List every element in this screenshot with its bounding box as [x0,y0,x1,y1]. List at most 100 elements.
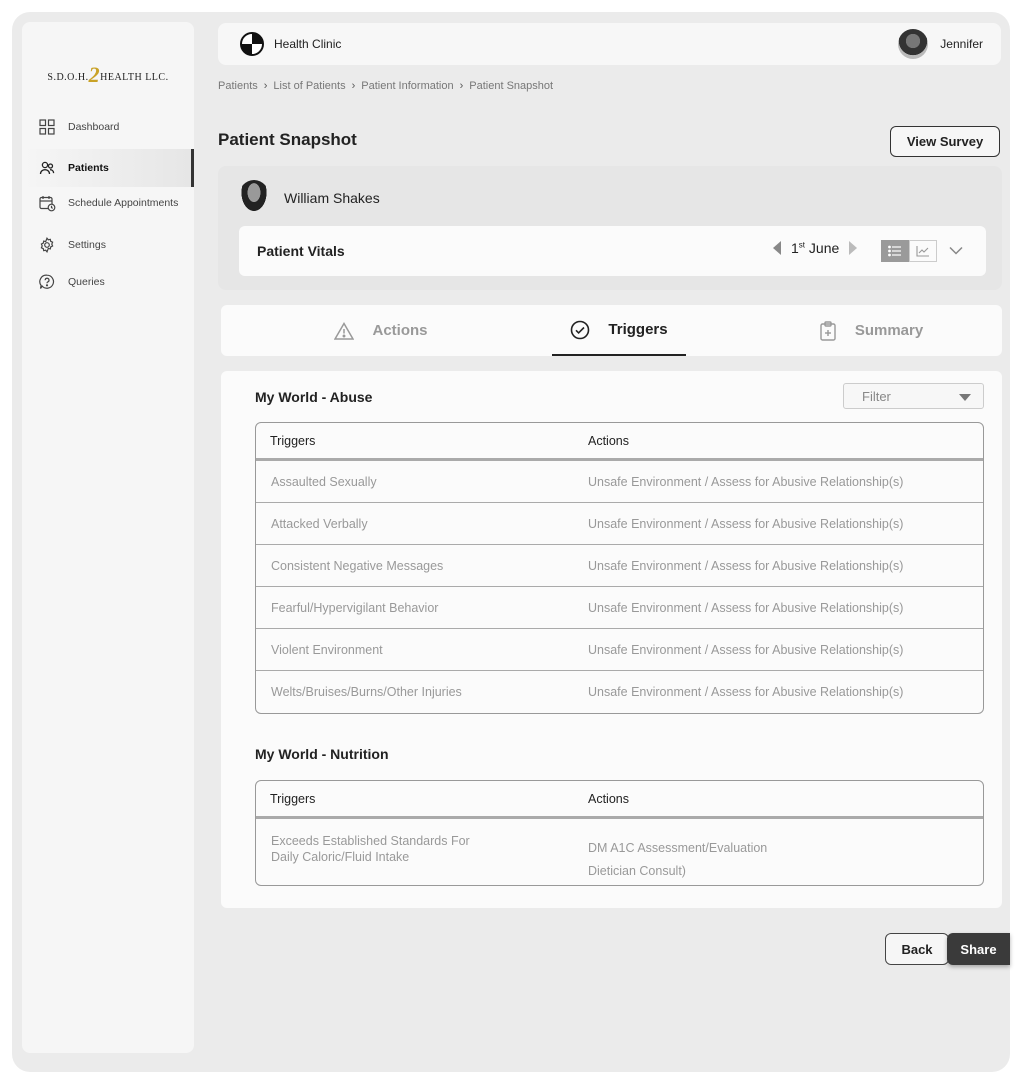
filter-dropdown[interactable]: Filter [843,383,984,409]
sidebar-item-patients[interactable]: Patients [22,149,194,187]
users-icon [38,159,56,177]
chevron-down-icon[interactable] [949,242,963,260]
date-suffix: st [798,240,806,250]
date-navigator: 1st June [773,240,858,256]
table-header: Triggers Actions [256,423,983,461]
patient-info: William Shakes [238,180,380,216]
triggers-panel: My World - Abuse Filter Triggers Actions… [221,371,1002,908]
logo-suffix: HEALTH LLC. [100,72,169,83]
trigger-cell: Attacked Verbally [271,516,368,531]
trigger-cell: Violent Environment [271,642,383,657]
sidebar-item-dashboard[interactable]: Dashboard [22,108,194,146]
logo: S.D.O.H.2HEALTH LLC. [22,62,194,88]
table-row[interactable]: Welts/Bruises/Burns/Other Injuries Unsaf… [256,671,983,713]
view-survey-button[interactable]: View Survey [890,126,1000,157]
patient-name: William Shakes [284,190,380,206]
tab-actions[interactable]: Actions [281,305,481,356]
action-line: Dietician Consult) [588,864,686,878]
logo-two: 2 [88,62,101,87]
sidebar-item-label: Schedule Appointments [68,197,179,209]
column-header-actions: Actions [588,791,629,806]
chart-view-button[interactable] [909,240,937,262]
share-button[interactable]: Share [947,933,1010,965]
sidebar-item-label: Patients [68,162,109,174]
tab-label: Actions [372,322,428,339]
user-menu[interactable]: Jennifer [898,29,983,59]
breadcrumb-item[interactable]: Patients [218,80,258,92]
trigger-line: Daily Caloric/Fluid Intake [271,850,410,864]
table-row[interactable]: Consistent Negative Messages Unsafe Envi… [256,545,983,587]
caret-down-icon [959,394,971,401]
abuse-table: Triggers Actions Assaulted Sexually Unsa… [255,422,984,714]
nutrition-table: Triggers Actions Exceeds Established Sta… [255,780,984,886]
action-line: DM A1C Assessment/Evaluation [588,841,768,855]
view-toggle [881,240,937,262]
column-header-triggers: Triggers [270,433,316,448]
clipboard-plus-icon [819,320,837,341]
date-month: June [808,240,840,256]
trigger-cell: Welts/Bruises/Burns/Other Injuries [271,685,462,699]
breadcrumb-item[interactable]: List of Patients [273,80,345,92]
tabs: Actions Triggers Summary [221,305,1002,356]
date-day: 1 [791,240,799,256]
patient-card: William Shakes Patient Vitals 1st June [218,166,1002,290]
sidebar-item-queries[interactable]: Queries [22,263,194,301]
trigger-line: Exceeds Established Standards For [271,834,470,848]
sidebar: S.D.O.H.2HEALTH LLC. Dashboard Patients … [22,22,194,1053]
trigger-cell: Assaulted Sexually [271,474,377,489]
clinic-name: Health Clinic [274,37,342,51]
table-row[interactable]: Attacked Verbally Unsafe Environment / A… [256,503,983,545]
filter-label: Filter [862,388,891,404]
check-circle-icon [570,320,590,340]
chevron-right-icon: › [351,80,356,92]
trigger-cell: Fearful/Hypervigilant Behavior [271,600,439,615]
action-cell: Unsafe Environment / Assess for Abusive … [588,516,904,531]
action-cell: Unsafe Environment / Assess for Abusive … [588,600,904,615]
action-cell: Unsafe Environment / Assess for Abusive … [588,474,904,489]
question-icon [38,273,56,291]
trigger-cell: Consistent Negative Messages [271,558,444,573]
column-header-triggers: Triggers [270,791,316,806]
top-header: Health Clinic Jennifer [218,23,1001,65]
section-title-nutrition: My World - Nutrition [255,746,389,762]
sidebar-item-label: Queries [68,276,105,288]
tab-label: Triggers [608,321,668,338]
page-title: Patient Snapshot [218,130,357,149]
action-cell: Unsafe Environment / Assess for Abusive … [588,685,904,699]
user-name: Jennifer [940,37,983,51]
action-cell: Unsafe Environment / Assess for Abusive … [588,642,904,657]
calendar-clock-icon [38,194,56,212]
sidebar-item-schedule[interactable]: Schedule Appointments [22,184,194,222]
table-header: Triggers Actions [256,781,983,819]
chevron-right-icon: › [459,80,464,92]
logo-prefix: S.D.O.H. [47,72,89,83]
chevron-right-icon: › [263,80,268,92]
avatar [898,29,929,59]
gear-icon [38,236,56,254]
vitals-label: Patient Vitals [257,243,345,259]
clinic-brand[interactable]: Health Clinic [240,32,341,56]
table-row[interactable]: Fearful/Hypervigilant Behavior Unsafe En… [256,587,983,629]
patient-avatar [238,180,270,216]
table-row[interactable]: Violent Environment Unsafe Environment /… [256,629,983,671]
sidebar-item-label: Settings [68,239,106,251]
sidebar-item-settings[interactable]: Settings [22,226,194,264]
tab-triggers[interactable]: Triggers [552,305,686,356]
sidebar-item-label: Dashboard [68,121,120,133]
table-row[interactable]: Exceeds Established Standards For Daily … [256,819,983,885]
back-button[interactable]: Back [885,933,949,965]
tab-label: Summary [854,322,924,339]
vitals-date: 1st June [791,240,839,256]
trigger-cell: Exceeds Established Standards For Daily … [256,833,574,865]
warning-icon [334,321,355,340]
prev-date-icon[interactable] [773,241,781,255]
next-date-icon[interactable] [849,241,858,255]
list-icon [888,245,901,257]
action-cell: Unsafe Environment / Assess for Abusive … [588,558,904,573]
tab-summary[interactable]: Summary [801,305,941,356]
table-row[interactable]: Assaulted Sexually Unsafe Environment / … [256,461,983,503]
list-view-button[interactable] [881,240,909,262]
action-cell: DM A1C Assessment/Evaluation Dietician C… [574,833,983,883]
line-chart-icon [916,246,929,257]
breadcrumb-item[interactable]: Patient Information [361,80,453,92]
